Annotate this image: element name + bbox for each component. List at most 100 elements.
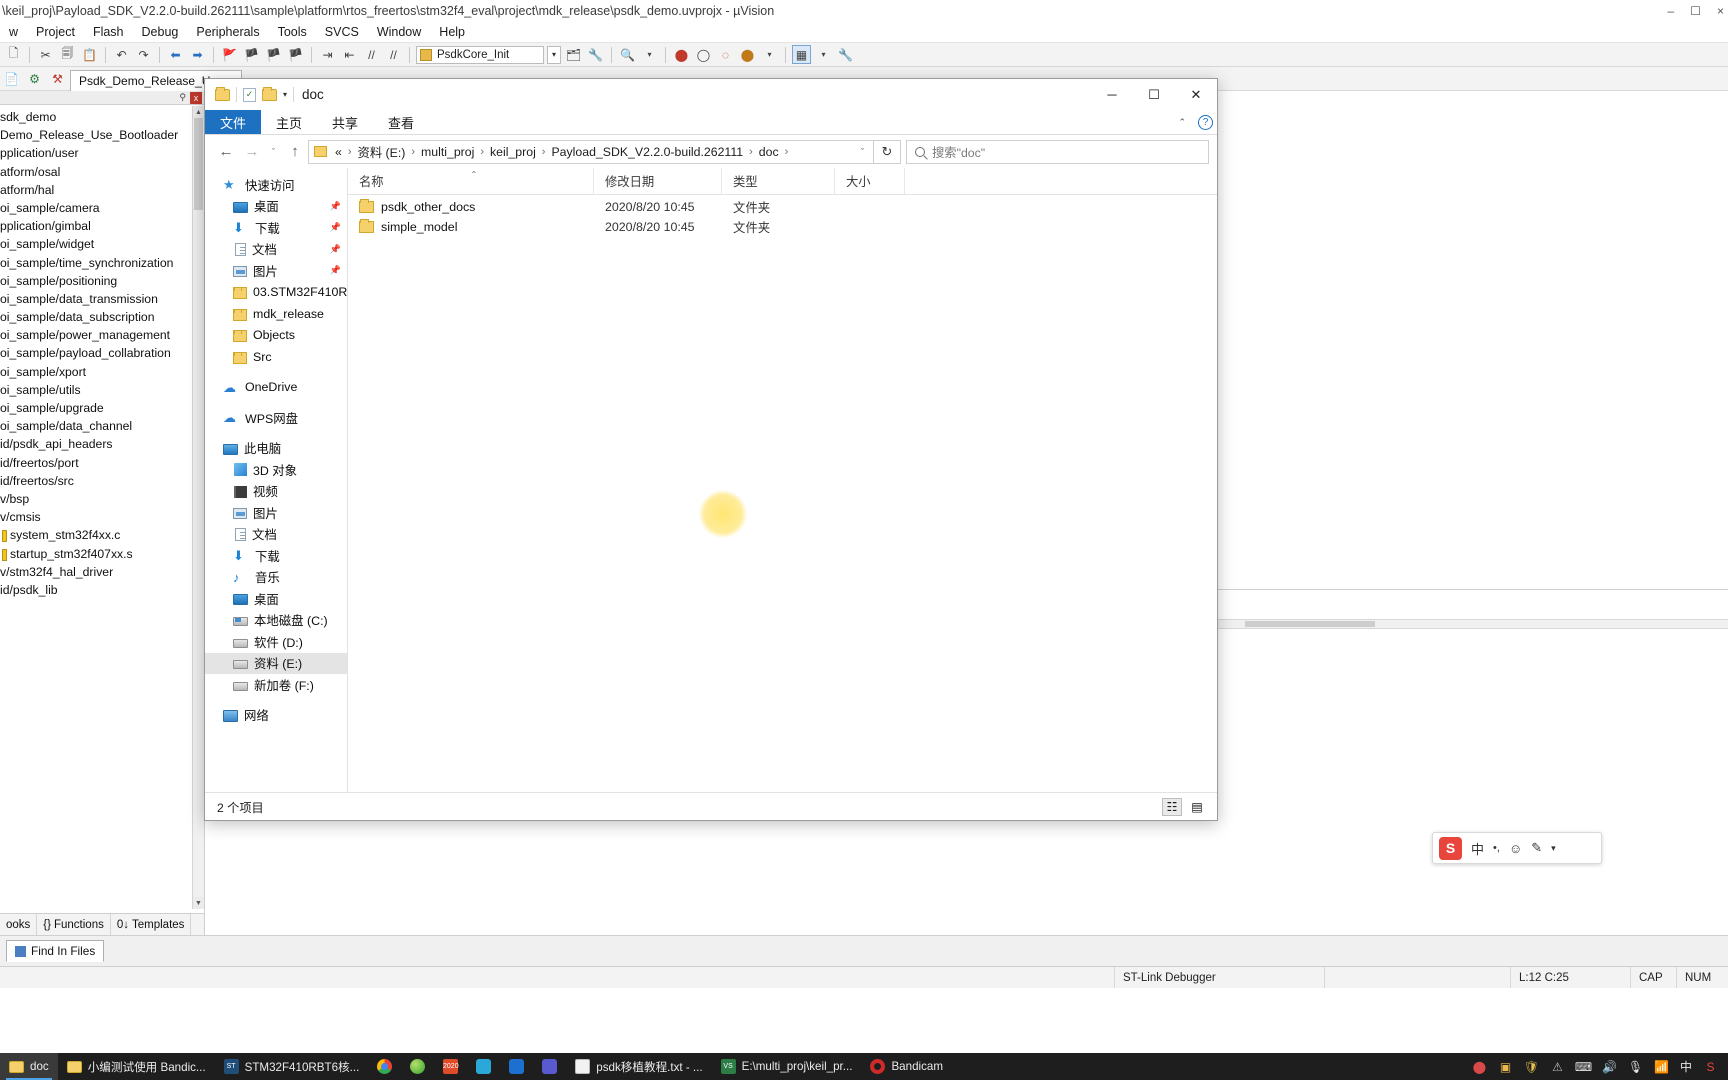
pin-icon[interactable]: ⚲	[179, 92, 190, 103]
nav-item-18[interactable]: 桌面	[205, 588, 347, 610]
tree-group-row[interactable]: oi_sample/data_transmission	[0, 290, 192, 308]
taskbar-item-bandicam-folder[interactable]: 小编测试使用 Bandic...	[58, 1053, 215, 1080]
indent-icon[interactable]: ⇥	[318, 45, 337, 64]
explorer-maximize-button[interactable]: ☐	[1133, 79, 1175, 110]
large-icons-view-button[interactable]: ▤	[1187, 798, 1207, 816]
nav-item-6[interactable]: mdk_release	[205, 303, 347, 325]
find-dropdown-arrow[interactable]: ▾	[640, 45, 659, 64]
refresh-button[interactable]: ↻	[874, 139, 901, 164]
new-folder-icon[interactable]	[262, 86, 277, 101]
insert-breakpoint-icon[interactable]: ⬤	[672, 45, 691, 64]
navigate-forward-icon[interactable]: ➡	[188, 45, 207, 64]
help-icon[interactable]: ?	[1198, 115, 1213, 130]
editor-scroll-thumb[interactable]	[1245, 621, 1375, 627]
pin-icon[interactable]: 📌	[330, 222, 341, 233]
navigate-back-icon[interactable]: ⬅	[166, 45, 185, 64]
recent-locations-button[interactable]: ˇ	[265, 139, 282, 165]
windows-taskbar[interactable]: doc 小编测试使用 Bandic... ST STM32F410RBT6核..…	[0, 1053, 1728, 1080]
nav-item-9[interactable]: ☁ OneDrive	[205, 377, 347, 399]
uvision-minimize-button[interactable]: –	[1668, 4, 1675, 18]
disable-breakpoint-icon[interactable]: ◌	[716, 45, 735, 64]
file-name-cell[interactable]: psdk_other_docs	[348, 199, 594, 214]
taskbar-pinned-chrome[interactable]	[368, 1053, 401, 1080]
tree-group-row[interactable]: Demo_Release_Use_Bootloader	[0, 126, 192, 144]
file-row[interactable]: simple_model 2020/8/20 10:45 文件夹	[348, 217, 1217, 237]
tree-file-row[interactable]: system_stm32f4xx.c	[0, 526, 192, 544]
tab-books[interactable]: ooks	[0, 914, 38, 935]
tab-templates[interactable]: 0↓ Templates	[111, 914, 192, 935]
window-dropdown-arrow[interactable]: ▾	[814, 45, 833, 64]
search-input[interactable]: 搜索"doc"	[932, 143, 985, 161]
nav-item-4[interactable]: 图片 📌	[205, 260, 347, 282]
bookmark-clear-icon[interactable]: 🏴	[286, 45, 305, 64]
back-button[interactable]: ←	[213, 139, 239, 165]
tree-group-row[interactable]: oi_sample/time_synchronization	[0, 254, 192, 272]
file-row[interactable]: psdk_other_docs 2020/8/20 10:45 文件夹	[348, 197, 1217, 217]
column-header-name[interactable]: ⌃ 名称	[348, 168, 594, 194]
search-box[interactable]: 搜索"doc"	[906, 139, 1209, 164]
taskbar-item-notepad[interactable]: psdk移植教程.txt - ...	[566, 1053, 711, 1080]
tree-group-row[interactable]: id/psdk_lib	[0, 581, 192, 599]
scroll-down-arrow[interactable]: ▼	[193, 897, 204, 909]
tree-group-row[interactable]: atform/osal	[0, 163, 192, 181]
scroll-up-arrow[interactable]: ▲	[193, 106, 204, 118]
chevron-up-icon[interactable]: ⌃	[1178, 117, 1186, 128]
outdent-icon[interactable]: ⇤	[340, 45, 359, 64]
target-select[interactable]: PsdkCore_Init	[416, 45, 544, 64]
tab-functions[interactable]: {} Functions	[37, 914, 111, 935]
scroll-thumb[interactable]	[194, 118, 203, 210]
tree-group-row[interactable]: id/freertos/src	[0, 472, 192, 490]
tree-group-row[interactable]: v/bsp	[0, 490, 192, 508]
window-tray-icon[interactable]: ▣	[1498, 1059, 1513, 1074]
compile-icon[interactable]: 📄	[2, 69, 21, 88]
nav-item-21[interactable]: 资料 (E:)	[205, 652, 347, 674]
ime-language-toggle[interactable]: 中	[1471, 839, 1484, 858]
menu-item-0[interactable]: w	[0, 23, 27, 41]
taskbar-pinned-green-browser[interactable]	[401, 1053, 434, 1080]
tree-group-row[interactable]: oi_sample/camera	[0, 199, 192, 217]
tree-group-row[interactable]: id/freertos/port	[0, 454, 192, 472]
tree-group-row[interactable]: oi_sample/xport	[0, 363, 192, 381]
forward-button[interactable]: →	[239, 139, 265, 165]
ribbon-tab-share[interactable]: 共享	[317, 110, 373, 134]
file-name-cell[interactable]: simple_model	[348, 219, 594, 234]
enable-breakpoints-icon[interactable]: ⬤	[738, 45, 757, 64]
menu-item-project[interactable]: Project	[27, 23, 84, 41]
folder-icon[interactable]	[215, 86, 230, 101]
menu-item-peripherals[interactable]: Peripherals	[187, 23, 268, 41]
nav-item-15[interactable]: 文档	[205, 524, 347, 546]
ime-tools-icon[interactable]: ✎	[1531, 840, 1542, 856]
nav-item-17[interactable]: ♪ 音乐	[205, 567, 347, 589]
tree-group-row[interactable]: oi_sample/widget	[0, 235, 192, 253]
menu-item-tools[interactable]: Tools	[269, 23, 316, 41]
tree-group-row[interactable]: pplication/user	[0, 144, 192, 162]
copy-icon[interactable]: 🗐	[58, 45, 77, 64]
ime-emoji-icon[interactable]: ☺	[1509, 841, 1522, 856]
nav-item-8[interactable]: Src	[205, 346, 347, 368]
explorer-titlebar[interactable]: ✓ ▾ doc ─ ☐ ✕	[205, 79, 1217, 110]
nav-item-5[interactable]: 03.STM32F410RBT	[205, 282, 347, 304]
address-dropdown-button[interactable]: ˇ	[854, 147, 871, 157]
uvision-maximize-button[interactable]: ☐	[1690, 4, 1701, 18]
taskbar-pinned-calendar[interactable]: 2020	[434, 1053, 467, 1080]
bookmark-prev-icon[interactable]: 🏴	[242, 45, 261, 64]
nav-item-13[interactable]: 视频	[205, 481, 347, 503]
breakpoints-dropdown-arrow[interactable]: ▾	[760, 45, 779, 64]
ime-menu-icon[interactable]: ▾	[1551, 843, 1556, 854]
kill-breakpoints-icon[interactable]: ◯	[694, 45, 713, 64]
tree-group-row[interactable]: oi_sample/upgrade	[0, 399, 192, 417]
find-in-files-icon[interactable]: 🔍	[618, 45, 637, 64]
paste-icon[interactable]: 📋	[80, 45, 99, 64]
ime-punctuation-toggle[interactable]: •,	[1493, 842, 1500, 854]
file-explorer-window[interactable]: ✓ ▾ doc ─ ☐ ✕ 文件 主页 共享 查看 ⌃ ? ← → ˇ ↑ « …	[204, 78, 1218, 821]
nav-item-7[interactable]: Objects	[205, 325, 347, 347]
tree-group-row[interactable]: oi_sample/payload_collabration	[0, 344, 192, 362]
nav-item-23[interactable]: 网络	[205, 705, 347, 727]
taskbar-item-vscode[interactable]: VS E:\multi_proj\keil_pr...	[712, 1053, 862, 1080]
target-dropdown-arrow[interactable]: ▾	[547, 45, 561, 64]
bookmark-next-icon[interactable]: 🏴	[264, 45, 283, 64]
file-list[interactable]: psdk_other_docs 2020/8/20 10:45 文件夹 simple_…	[348, 195, 1217, 792]
nav-item-12[interactable]: 3D 对象	[205, 459, 347, 481]
tree-group-row[interactable]: oi_sample/positioning	[0, 272, 192, 290]
tray-language-indicator[interactable]: 中	[1680, 1058, 1692, 1075]
